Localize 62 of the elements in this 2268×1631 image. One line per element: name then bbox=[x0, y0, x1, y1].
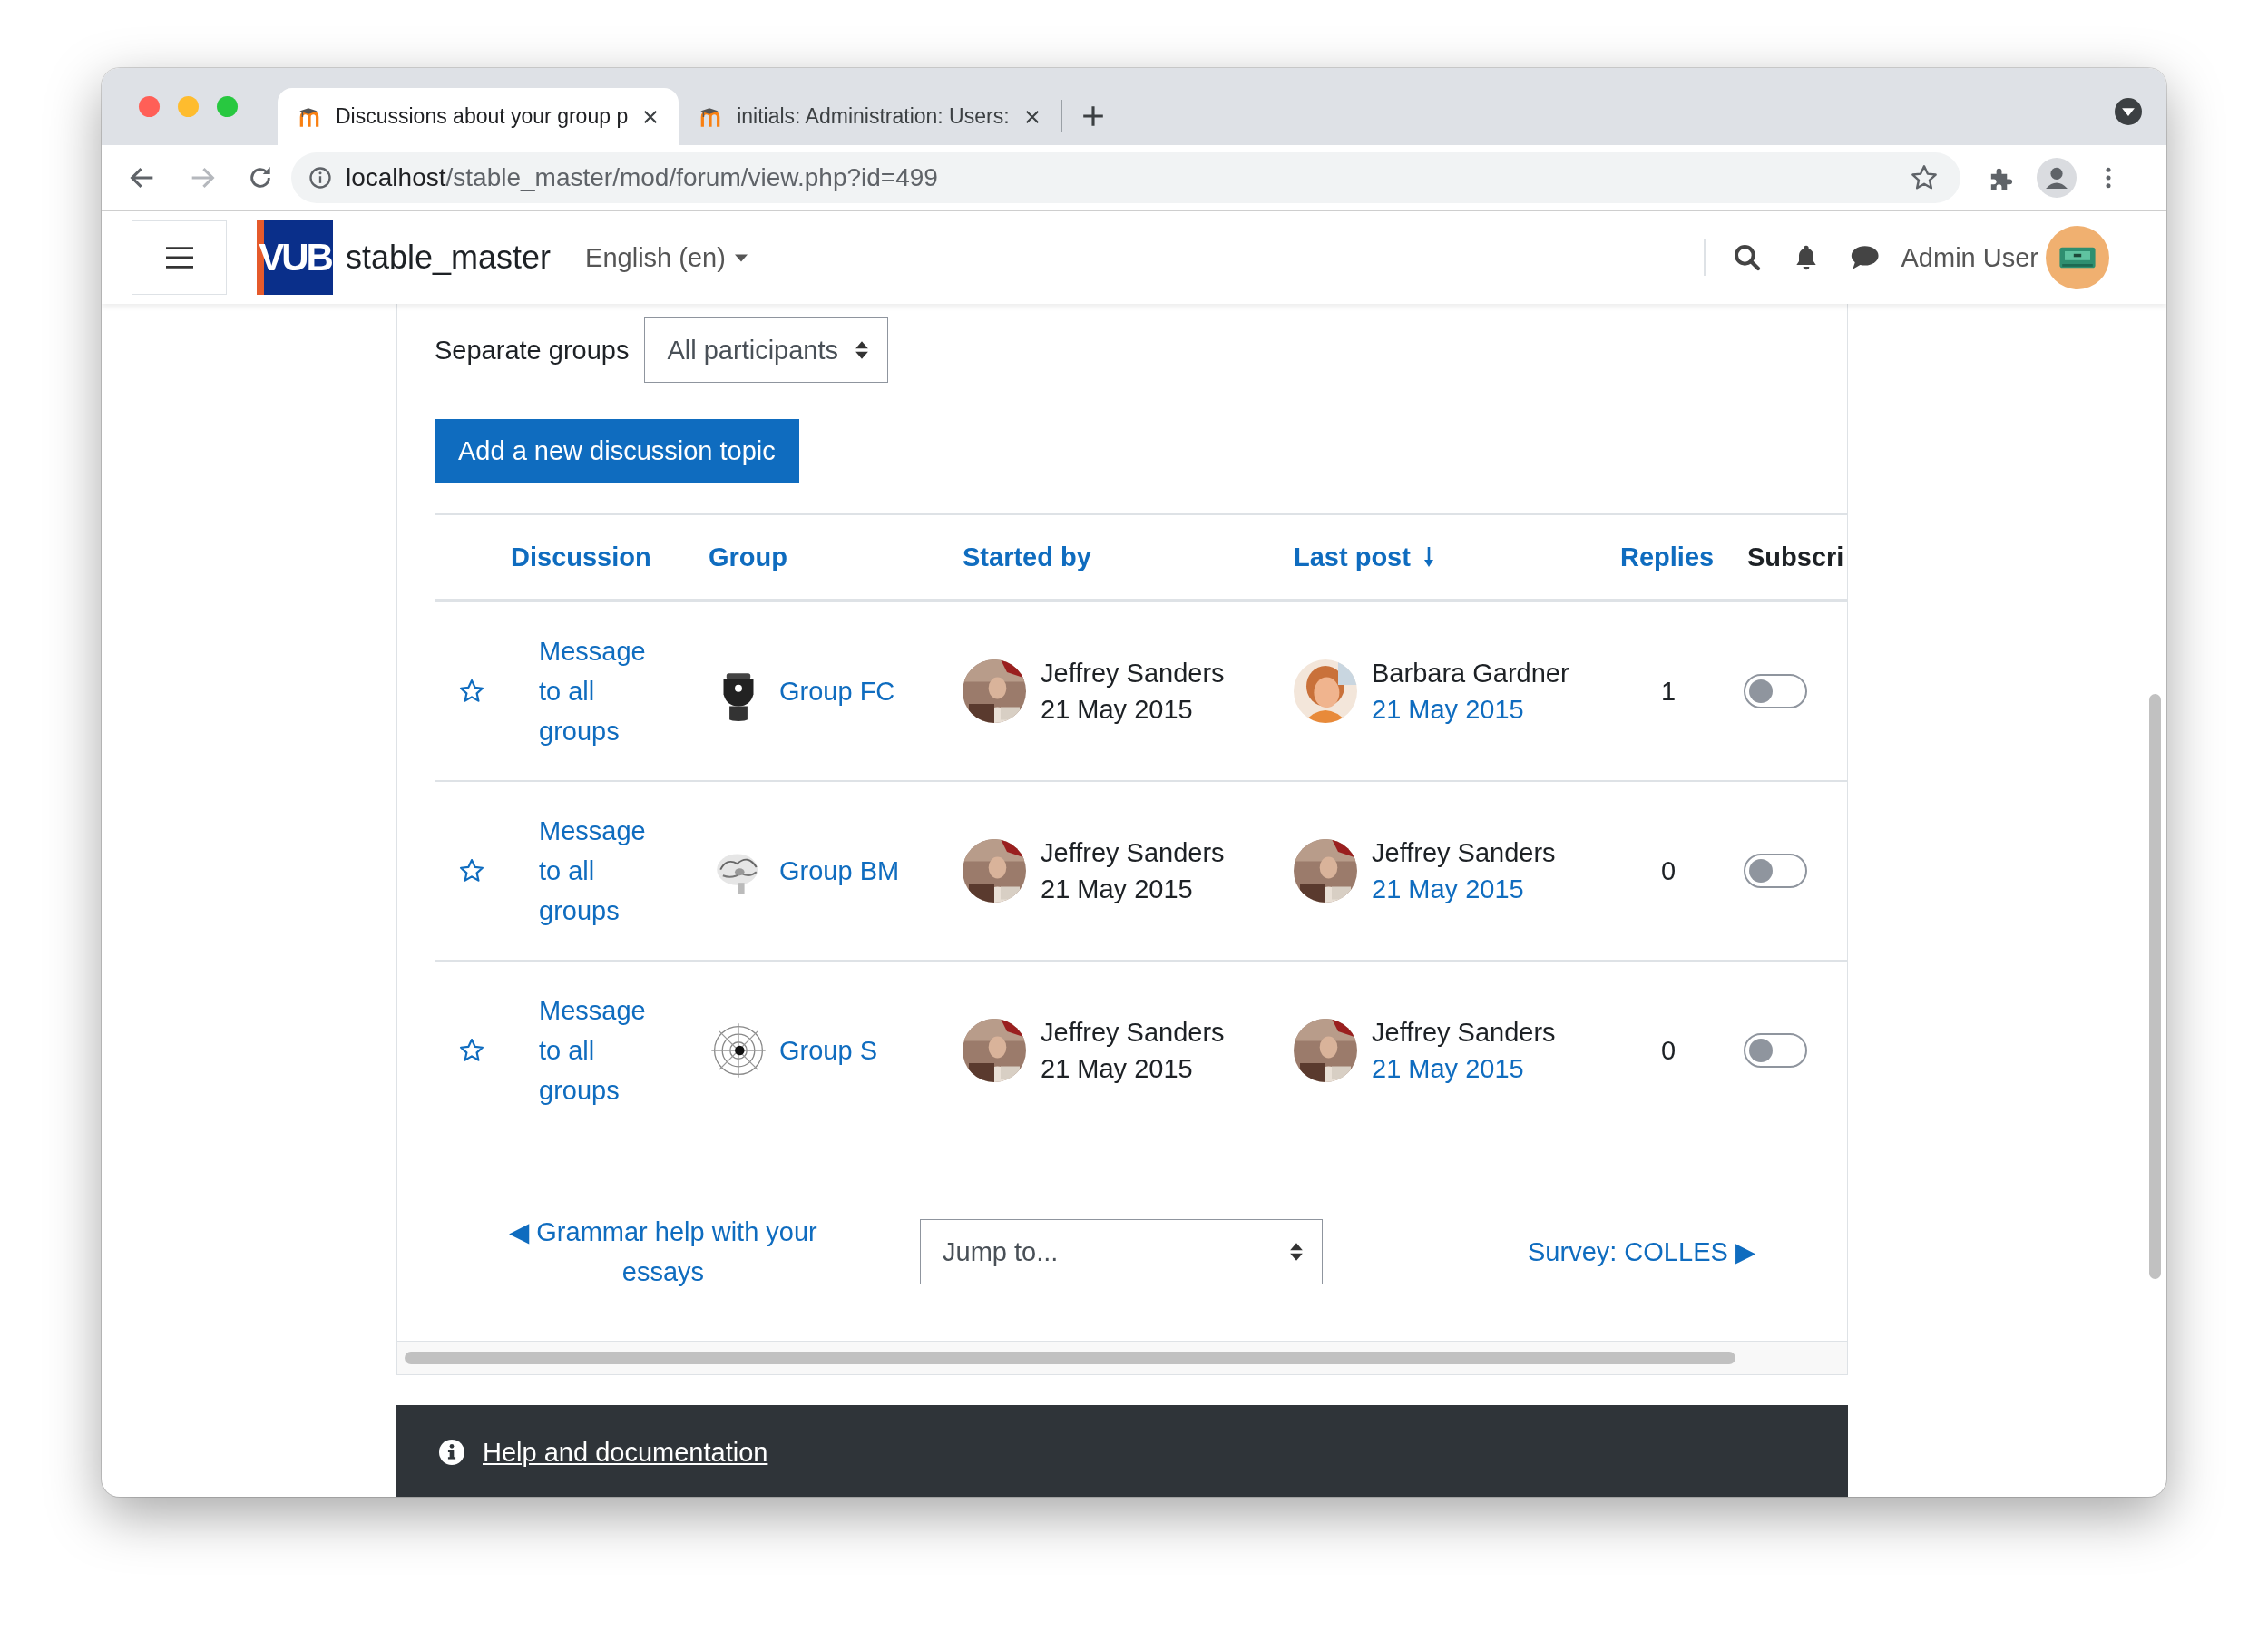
group-select[interactable]: All participants bbox=[644, 317, 889, 383]
plus-icon[interactable] bbox=[1081, 104, 1104, 127]
jump-select[interactable]: Jump to... bbox=[920, 1219, 1323, 1284]
author-name: Jeffrey Sanders bbox=[1041, 837, 1225, 869]
post-date: 21 May 2015 bbox=[1041, 1053, 1194, 1085]
discussion-link[interactable]: Message to all groups bbox=[539, 631, 661, 751]
info-icon bbox=[439, 1440, 464, 1465]
subscribe-toggle[interactable] bbox=[1744, 1033, 1807, 1068]
discussion-link[interactable]: Message to all groups bbox=[539, 991, 661, 1110]
close-icon[interactable] bbox=[1023, 108, 1041, 125]
column-header[interactable]: Replies bbox=[1620, 542, 1715, 571]
author-name: Jeffrey Sanders bbox=[1372, 1017, 1556, 1049]
close-icon[interactable] bbox=[642, 108, 660, 125]
browser-tab[interactable]: initials: Administration: Users: bbox=[679, 88, 1061, 145]
author-name: Barbara Gardner bbox=[1372, 658, 1569, 689]
filter-label: Separate groups bbox=[435, 335, 630, 366]
language-menu[interactable]: English (en) bbox=[585, 242, 748, 273]
user-name[interactable]: Admin User bbox=[1901, 242, 2038, 273]
previous-activity-link[interactable]: ◀ Grammar help with your essays bbox=[491, 1212, 836, 1292]
column-header[interactable]: Started by bbox=[963, 542, 1091, 571]
reply-count: 0 bbox=[1660, 1035, 1677, 1065]
sort-arrows-icon bbox=[855, 339, 870, 361]
group-link[interactable]: Group S bbox=[779, 1035, 877, 1066]
post-date: 21 May 2015 bbox=[1041, 874, 1194, 905]
column-header[interactable]: Last post bbox=[1294, 542, 1434, 572]
help-link[interactable]: Help and documentation bbox=[483, 1437, 768, 1468]
star-icon[interactable] bbox=[458, 678, 485, 705]
author-name: Jeffrey Sanders bbox=[1041, 658, 1225, 689]
group-link[interactable]: Group BM bbox=[779, 855, 900, 886]
caret-circle-icon[interactable] bbox=[2115, 97, 2142, 125]
reply-count: 1 bbox=[1660, 676, 1677, 706]
add-discussion-button[interactable]: Add a new discussion topic bbox=[435, 419, 799, 483]
subscribe-toggle[interactable] bbox=[1744, 854, 1807, 888]
post-date-link[interactable]: 21 May 2015 bbox=[1372, 691, 1569, 728]
post-date-link[interactable]: 21 May 2015 bbox=[1372, 871, 1556, 907]
post-date: 21 May 2015 bbox=[1041, 694, 1194, 726]
reply-count: 0 bbox=[1660, 855, 1677, 885]
info-icon[interactable] bbox=[308, 165, 333, 190]
browser-tab[interactable]: Discussions about your group p bbox=[278, 88, 679, 145]
tab-title: Discussions about your group p bbox=[336, 104, 629, 129]
author-name: Jeffrey Sanders bbox=[1372, 837, 1556, 869]
star-icon[interactable] bbox=[458, 1037, 485, 1064]
column-header: Subscri bbox=[1747, 542, 1844, 571]
star-icon[interactable] bbox=[458, 857, 485, 884]
sort-down-icon bbox=[1422, 547, 1434, 567]
column-header[interactable]: Discussion bbox=[511, 542, 651, 571]
address-field[interactable]: localhost/stable_master/mod/forum/view.php?id=499 bbox=[291, 152, 1960, 203]
caret-icon bbox=[734, 253, 748, 262]
search-icon[interactable] bbox=[1732, 243, 1762, 272]
column-header[interactable]: Group bbox=[709, 542, 787, 571]
discussion-link[interactable]: Message to all groups bbox=[539, 811, 661, 931]
author-name: Jeffrey Sanders bbox=[1041, 1017, 1225, 1049]
next-activity-link[interactable]: Survey: COLLES ▶ bbox=[1528, 1236, 1755, 1267]
post-date-link[interactable]: 21 May 2015 bbox=[1372, 1050, 1556, 1087]
url-text: localhost/stable_master/mod/forum/view.php?id=499 bbox=[346, 163, 938, 192]
menu-button[interactable] bbox=[132, 220, 227, 295]
tab-title: initials: Administration: Users: bbox=[737, 104, 1010, 129]
group-link[interactable]: Group FC bbox=[779, 676, 895, 707]
profile-icon[interactable] bbox=[2037, 158, 2077, 198]
site-name[interactable]: stable_master bbox=[346, 239, 552, 277]
subscribe-toggle[interactable] bbox=[1744, 674, 1807, 708]
sort-arrows-icon bbox=[1289, 1241, 1304, 1263]
